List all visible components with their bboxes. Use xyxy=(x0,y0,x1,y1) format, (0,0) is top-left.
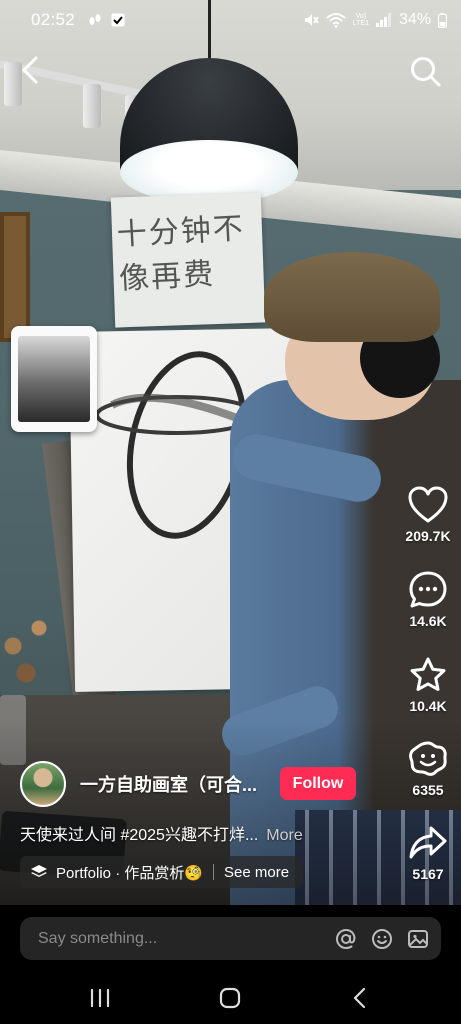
follow-button[interactable]: Follow xyxy=(280,767,356,800)
status-bar: 02:52 Vo) LTE1 34% xyxy=(0,0,461,40)
caption-more-link[interactable]: More xyxy=(266,827,302,844)
back-arrow-icon[interactable] xyxy=(15,54,47,86)
back-nav-icon[interactable] xyxy=(340,981,380,1015)
paper-calligraphy: 十分钟不像再费 xyxy=(116,211,246,297)
comment-placeholder: Say something... xyxy=(38,929,158,947)
status-time: 02:52 xyxy=(31,10,76,29)
like-button[interactable]: 209.7K xyxy=(396,486,460,544)
comment-bar: Say something... xyxy=(0,905,461,971)
comment-bubble-icon xyxy=(409,571,447,608)
dried-flowers xyxy=(0,610,65,700)
author-row: 一方自助画室（可合... xyxy=(20,760,257,808)
author-name[interactable]: 一方自助画室（可合... xyxy=(80,771,257,797)
flat-cap xyxy=(264,252,440,342)
wall-painting xyxy=(0,212,30,342)
share-button[interactable]: 5167 xyxy=(396,824,460,882)
battery-percent: 34% xyxy=(398,11,431,28)
share-count: 5167 xyxy=(412,866,444,882)
network-type: Vo) LTE1 xyxy=(353,13,369,27)
repost-count: 6355 xyxy=(412,782,444,798)
home-icon[interactable] xyxy=(210,981,250,1015)
comment-input[interactable]: Say something... xyxy=(20,917,441,960)
collection-label: Portfolio · 作品赏析🧐 xyxy=(56,864,204,882)
recent-apps-icon[interactable] xyxy=(80,981,120,1015)
battery-icon xyxy=(438,12,447,28)
spotlight xyxy=(83,84,101,128)
see-more-link[interactable]: See more xyxy=(224,864,289,881)
star-icon xyxy=(410,657,446,691)
caption-text: 天使来过人间 #2025兴趣不打烊... xyxy=(20,827,259,844)
layers-icon xyxy=(31,865,47,877)
wifi-icon xyxy=(326,13,346,28)
mute-icon xyxy=(304,14,319,26)
system-nav-bar xyxy=(0,971,461,1024)
emoji-icon[interactable] xyxy=(371,928,393,950)
comment-count: 14.6K xyxy=(409,613,447,629)
sticker-icon xyxy=(409,741,447,776)
collection-chip[interactable]: Portfolio · 作品赏析🧐 See more xyxy=(20,856,303,888)
reference-photo xyxy=(18,336,90,422)
search-icon[interactable] xyxy=(408,54,442,88)
footprint-icon xyxy=(89,14,101,25)
repost-button[interactable]: 6355 xyxy=(396,740,460,798)
favorite-button[interactable]: 10.4K xyxy=(396,656,460,714)
mention-icon[interactable] xyxy=(335,928,357,950)
checkbox-notification-icon xyxy=(111,13,125,27)
share-arrow-icon xyxy=(409,826,447,859)
heart-icon xyxy=(408,486,448,523)
favorite-count: 10.4K xyxy=(409,698,447,714)
volte-label: Vo) xyxy=(355,13,367,20)
chip-divider xyxy=(213,864,215,880)
signal-icon xyxy=(375,13,391,27)
lte-label: LTE1 xyxy=(352,20,369,27)
comment-button[interactable]: 14.6K xyxy=(396,571,460,629)
like-count: 209.7K xyxy=(405,528,451,544)
image-icon[interactable] xyxy=(407,928,429,950)
avatar[interactable] xyxy=(20,761,66,807)
video-caption[interactable]: 天使来过人间 #2025兴趣不打烊... More xyxy=(20,821,303,845)
